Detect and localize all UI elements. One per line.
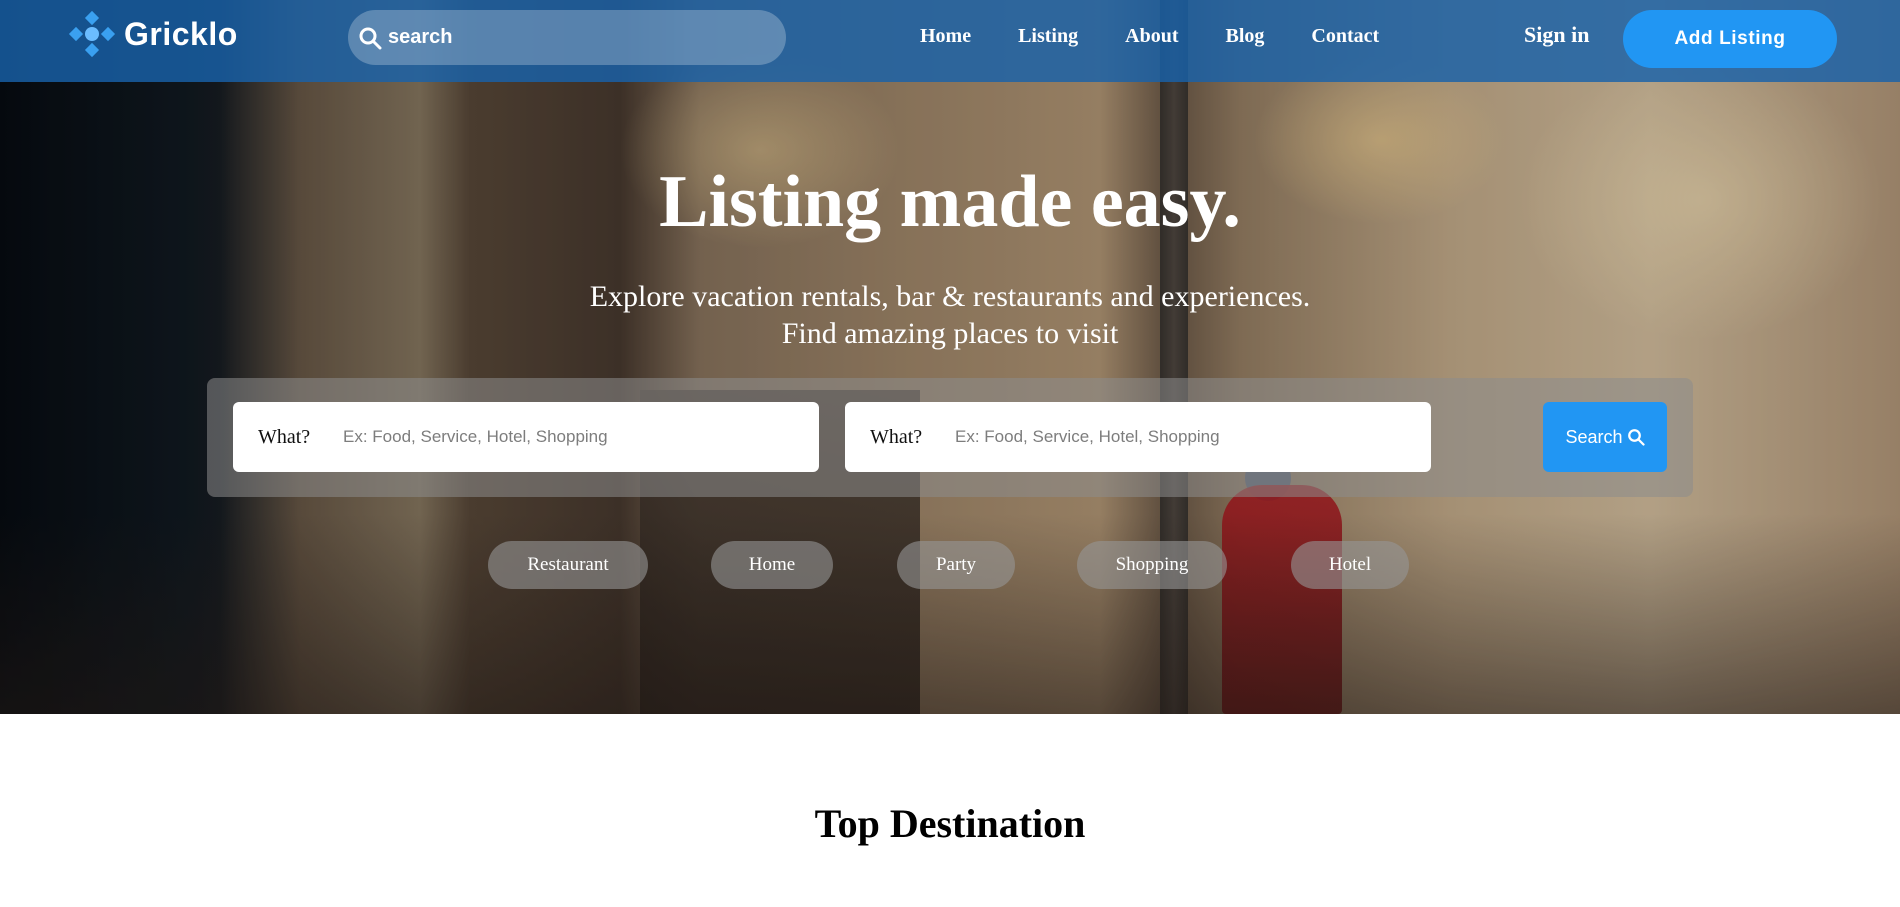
- search-icon: [1627, 429, 1645, 446]
- top-navbar: Gricklo Home Listing About Blog Contact …: [0, 0, 1900, 82]
- what-label-2: What?: [870, 425, 923, 448]
- what-label-1: What?: [258, 425, 311, 448]
- hero-title: Listing made easy.: [659, 161, 1241, 243]
- nav-link-contact[interactable]: Contact: [1311, 25, 1379, 48]
- hero-subtitle-line2: Find amazing places to visit: [781, 317, 1119, 350]
- main-nav: Home Listing About Blog Contact: [920, 25, 1379, 48]
- hero-overlay: [0, 0, 1900, 714]
- nav-link-about[interactable]: About: [1125, 25, 1178, 48]
- category-chip-restaurant[interactable]: Restaurant: [488, 541, 648, 589]
- gricklo-logo-icon: [68, 10, 116, 58]
- top-destination-heading: Top Destination: [814, 801, 1086, 846]
- category-chip-shopping[interactable]: Shopping: [1077, 541, 1227, 589]
- hero-subtitle-line1: Explore vacation rentals, bar & restaura…: [589, 280, 1311, 313]
- hero-section: Listing made easy. Explore vacation rent…: [0, 0, 1900, 714]
- hero-search-button[interactable]: Search: [1543, 402, 1667, 472]
- add-listing-button[interactable]: Add Listing: [1623, 10, 1837, 68]
- nav-search: [348, 10, 786, 65]
- what-field-2: What?: [845, 402, 1431, 472]
- logo-link[interactable]: Gricklo: [68, 10, 238, 58]
- nav-search-input[interactable]: [388, 26, 768, 49]
- hero-search-button-label: Search: [1565, 426, 1623, 447]
- nav-link-home[interactable]: Home: [920, 25, 971, 48]
- nav-link-listing[interactable]: Listing: [1018, 25, 1078, 48]
- hero-subtitle: Explore vacation rentals, bar & restaura…: [0, 278, 1900, 352]
- what-input-2[interactable]: [955, 427, 1395, 447]
- what-field-1: What?: [233, 402, 819, 472]
- category-chip-hotel[interactable]: Hotel: [1291, 541, 1409, 589]
- search-icon[interactable]: [358, 26, 382, 50]
- what-input-1[interactable]: [343, 427, 783, 447]
- brand-name: Gricklo: [124, 15, 238, 52]
- sign-in-link[interactable]: Sign in: [1524, 22, 1589, 48]
- hero-search-panel: What? What? Search: [207, 378, 1693, 497]
- nav-link-blog[interactable]: Blog: [1225, 25, 1264, 48]
- category-chip-party[interactable]: Party: [897, 541, 1015, 589]
- category-chip-home[interactable]: Home: [711, 541, 833, 589]
